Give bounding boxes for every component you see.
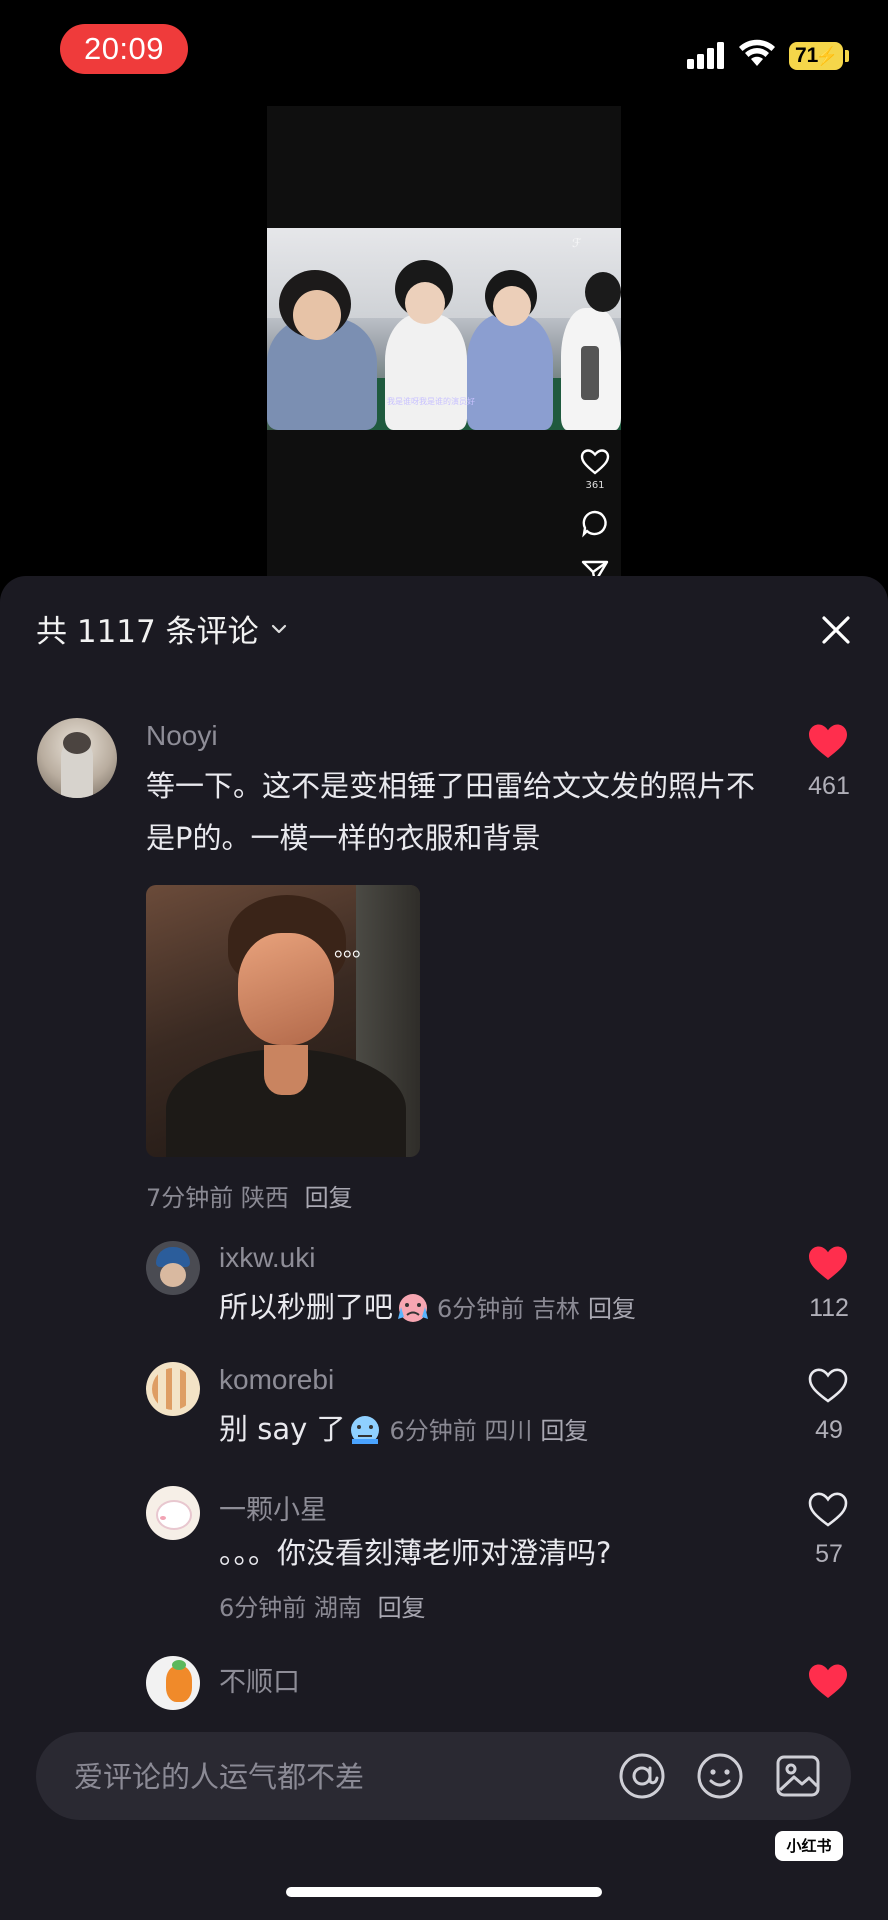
reply-button[interactable]: 回复: [378, 1594, 426, 1622]
reply-button[interactable]: 回复: [305, 1184, 353, 1212]
comment-location: 陕西: [240, 1184, 289, 1212]
video-person-face: [493, 286, 531, 326]
avatar-carrot: [166, 1666, 192, 1702]
chevron-down-icon: [271, 624, 286, 633]
comment-body[interactable]: 所以秒删了吧: [219, 1290, 393, 1324]
comment-username[interactable]: Nooyi: [146, 720, 218, 752]
avatar-leaf: [172, 1660, 186, 1670]
comment-username[interactable]: ixkw.uki: [219, 1242, 315, 1274]
comment-username[interactable]: 一颗小星: [219, 1488, 327, 1527]
comment-text: 别 say 了 6分钟前 四川 回复: [219, 1406, 588, 1454]
comment-count-title: 共 1117 条评论: [36, 614, 259, 650]
battery-icon: 71 ⚡: [789, 42, 843, 70]
comment-time: 6分钟前: [219, 1594, 307, 1622]
like-count: 57: [815, 1540, 843, 1568]
comment-body[interactable]: 别 say 了: [219, 1412, 345, 1446]
image-overlay-text: 。。。: [334, 937, 374, 962]
reply-button[interactable]: 回复: [588, 1295, 636, 1323]
like-count: 49: [815, 1416, 843, 1444]
wifi-icon: [739, 39, 775, 66]
comment-time: 6分钟前: [437, 1295, 525, 1323]
video-person-face: [405, 282, 445, 324]
comment-image[interactable]: 。。。: [146, 885, 420, 1157]
avatar-cheek: [160, 1516, 166, 1520]
avatar[interactable]: [146, 1486, 200, 1540]
image-icon[interactable]: [772, 1750, 824, 1802]
reply-button[interactable]: 回复: [540, 1417, 588, 1445]
comment-username[interactable]: 不顺口: [219, 1660, 300, 1699]
comment-meta: 7分钟前 陕西 回复: [146, 1178, 353, 1213]
video-person: [385, 314, 467, 430]
comment-text[interactable]: 等一下。这不是变相锤了田雷给文文发的照片不是P的。一模一样的衣服和背景: [146, 760, 766, 864]
comment-input-bar[interactable]: 爱评论的人运气都不差: [36, 1732, 851, 1820]
sweat-emoji-icon: [351, 1416, 380, 1444]
home-indicator[interactable]: [286, 1887, 602, 1897]
video-person: [467, 314, 553, 430]
signal-icon: [687, 42, 724, 69]
comment-sheet: 共 1117 条评论 Nooyi 等一下。这不是变相锤了田雷给文文发的照片不是P…: [0, 576, 888, 1920]
app-watermark: 小红书: [775, 1831, 843, 1861]
comment-meta: 6分钟前 四川 回复: [389, 1417, 588, 1445]
comment-time: 7分钟前: [146, 1184, 234, 1212]
heart-icon[interactable]: [807, 1366, 849, 1404]
image-collar: [264, 1045, 308, 1095]
comment-input[interactable]: 爱评论的人运气都不差: [74, 1754, 364, 1796]
avatar[interactable]: [146, 1362, 200, 1416]
avatar[interactable]: [37, 718, 117, 798]
like-count: 112: [809, 1294, 849, 1322]
comment-text[interactable]: 。。。你没看刻薄老师对澄清吗?: [219, 1530, 611, 1576]
status-bar: 20:09 71 ⚡: [0, 0, 888, 96]
heart-icon[interactable]: [807, 1662, 849, 1700]
at-icon[interactable]: [616, 1750, 668, 1802]
heart-icon[interactable]: [807, 1244, 849, 1282]
charging-icon: ⚡: [815, 46, 838, 66]
comment-time: 6分钟前: [389, 1417, 477, 1445]
video-person-head: [585, 272, 621, 312]
avatar-face: [160, 1263, 186, 1287]
comment-text: 所以秒删了吧 6分钟前 吉林 回复: [219, 1284, 636, 1332]
comment-icon[interactable]: [579, 507, 611, 539]
heart-icon[interactable]: [579, 446, 611, 478]
heart-icon[interactable]: [807, 1490, 849, 1528]
video-thermos: [581, 346, 599, 400]
image-face: [238, 933, 334, 1045]
comment-username[interactable]: komorebi: [219, 1364, 334, 1396]
like-count: 461: [808, 772, 850, 800]
avatar-pattern: [152, 1368, 194, 1410]
heart-icon[interactable]: [807, 722, 849, 760]
video-logo: ℱ: [572, 236, 582, 250]
comment-location: 四川: [484, 1417, 533, 1445]
avatar[interactable]: [146, 1656, 200, 1710]
status-time: 20:09: [60, 24, 188, 74]
crying-emoji-icon: [398, 1294, 429, 1322]
close-icon[interactable]: [816, 610, 856, 650]
avatar[interactable]: [146, 1241, 200, 1295]
emoji-icon[interactable]: [694, 1750, 746, 1802]
comment-count-dropdown[interactable]: 共 1117 条评论: [36, 606, 289, 651]
comment-location: 吉林: [531, 1295, 580, 1323]
comment-location: 湖南: [313, 1594, 362, 1622]
battery-cap: [845, 50, 849, 62]
avatar-hair: [63, 732, 91, 754]
comment-meta: 6分钟前 湖南 回复: [219, 1588, 426, 1623]
video-person-face: [293, 290, 341, 340]
avatar-bunny: [156, 1500, 192, 1530]
video-frame: ℱ 我是谁呀我是谁的演员好: [267, 228, 621, 430]
video-like-count: 361: [585, 480, 605, 491]
video-player[interactable]: ℱ 我是谁呀我是谁的演员好 361: [267, 106, 621, 586]
comment-meta: 6分钟前 吉林 回复: [437, 1295, 636, 1323]
video-subtitle: 我是谁呀我是谁的演员好: [387, 397, 475, 406]
